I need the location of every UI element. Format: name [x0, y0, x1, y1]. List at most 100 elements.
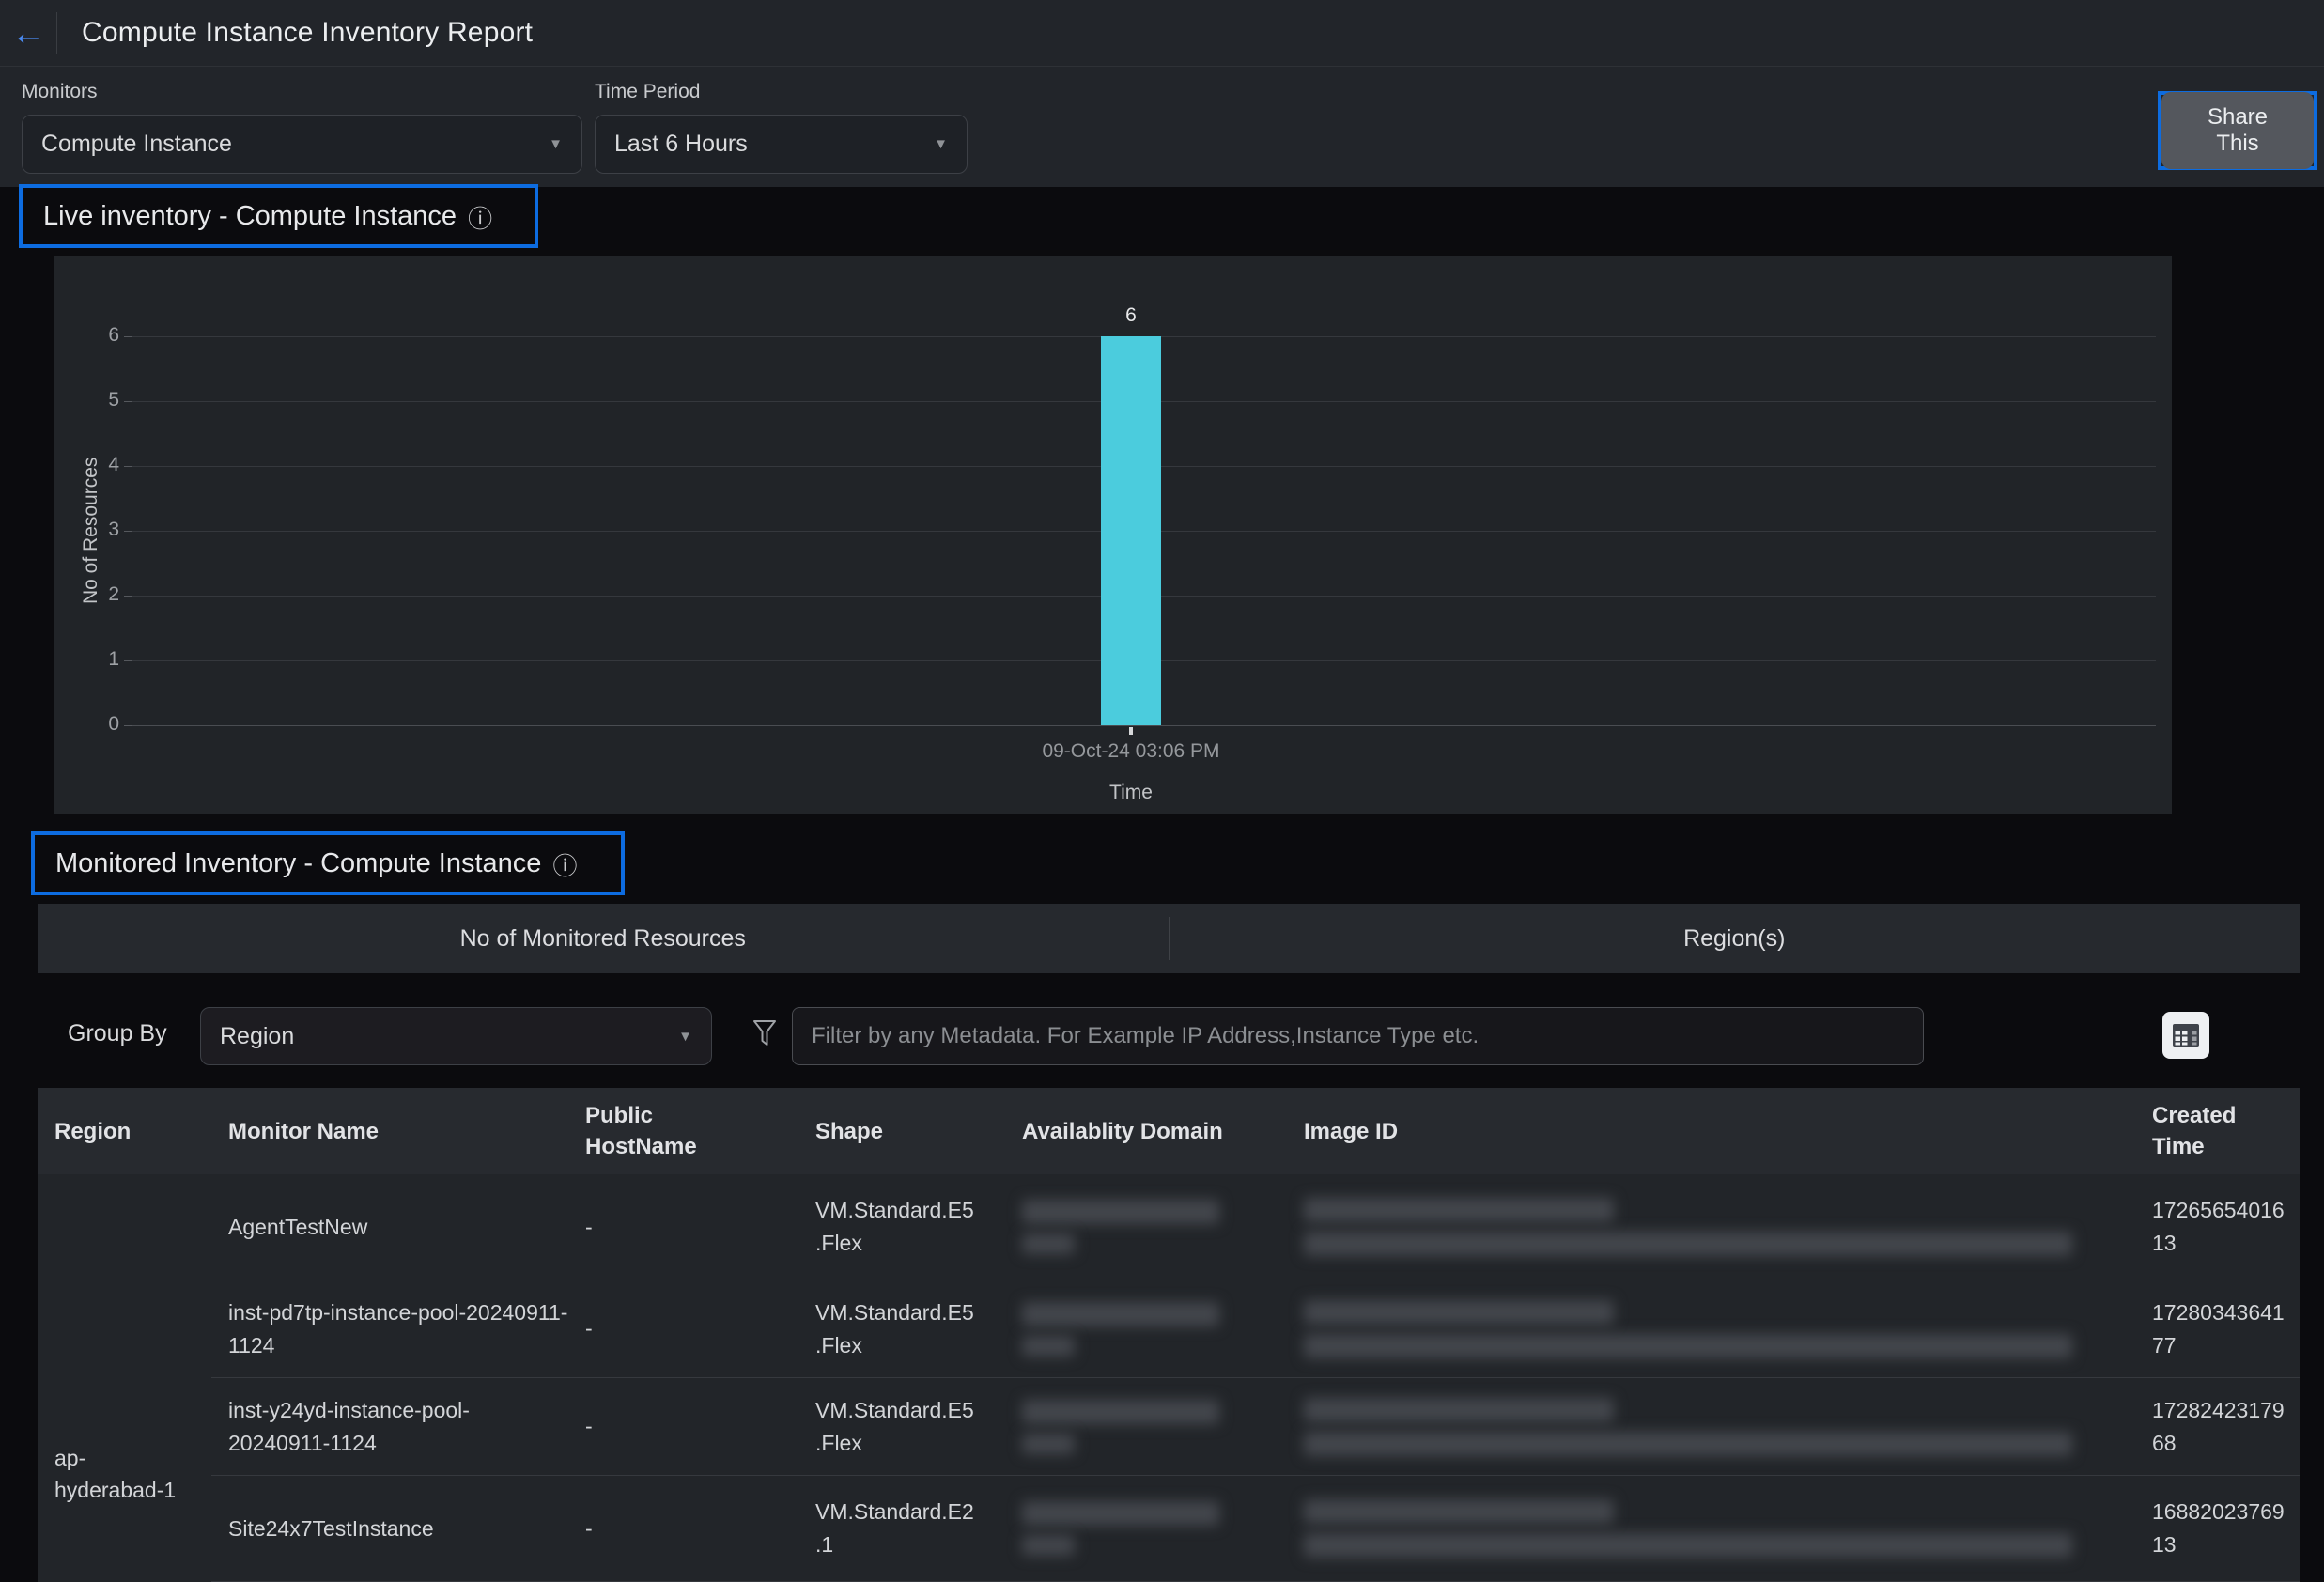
y-tick-mark	[124, 336, 132, 337]
y-tick-mark	[124, 531, 132, 532]
column-header-shape: Shape	[815, 1118, 884, 1144]
filter-funnel-icon	[751, 1019, 778, 1054]
y-tick-label: 6	[108, 324, 119, 346]
redacted-blur	[1022, 1200, 1219, 1224]
availability-domain-cell	[1005, 1174, 1287, 1280]
y-tick-mark	[124, 725, 132, 726]
chart-bar	[1101, 336, 1161, 725]
monitored-inventory-annotation-outline: Monitored Inventory - Compute Instance ⓘ	[31, 831, 625, 895]
monitor-name-cell: AgentTestNew	[228, 1214, 368, 1239]
public-hostname-cell: -	[585, 1414, 593, 1438]
redacted-blur	[1304, 1333, 2072, 1358]
info-icon[interactable]: ⓘ	[552, 847, 577, 882]
column-header-availablity-domain: Availablity Domain	[1022, 1118, 1223, 1144]
y-tick-mark	[124, 596, 132, 597]
y-tick-mark	[124, 466, 132, 467]
redacted-blur	[1022, 1535, 1075, 1556]
group-by-label: Group By	[68, 1020, 167, 1047]
image-id-cell	[1287, 1378, 2135, 1475]
shape-cell: VM.Standard.E5 .Flex	[815, 1299, 974, 1357]
bar-value-label: 6	[1125, 304, 1137, 326]
share-this-button[interactable]: Share This	[2161, 92, 2314, 169]
inventory-table-header: Region Monitor Name Public HostName Shape Av…	[38, 1088, 2300, 1174]
page-title: Compute Instance Inventory Report	[82, 17, 534, 48]
availability-domain-cell	[1005, 1280, 1287, 1377]
availability-domain-cell	[1005, 1378, 1287, 1475]
created-time-cell: 1688202376913	[2152, 1499, 2285, 1557]
back-button[interactable]: ←	[0, 0, 56, 66]
redacted-blur	[1304, 1431, 2072, 1456]
redacted-blur	[1304, 1499, 1614, 1524]
group-by-select-value: Region	[220, 1022, 295, 1049]
shape-cell: VM.Standard.E5 .Flex	[815, 1397, 974, 1455]
y-tick-label: 0	[108, 713, 119, 735]
time-period-label: Time Period	[595, 81, 701, 102]
created-time-cell: 1728242317968	[2152, 1397, 2285, 1455]
image-id-cell	[1287, 1174, 2135, 1280]
column-header-region: Region	[54, 1118, 132, 1144]
title-row: ← Compute Instance Inventory Report	[0, 0, 2324, 67]
live-inventory-title: Live inventory - Compute Instance	[43, 200, 457, 231]
y-tick-mark	[124, 660, 132, 661]
table-row: AgentTestNew - VM.Standard.E5 .Flex 17265654…	[211, 1174, 2300, 1280]
x-tick-mark	[1129, 727, 1133, 735]
region-group-value: ap-hyderabad-1	[54, 1446, 177, 1502]
summary-table-header: No of Monitored Resources Region(s)	[38, 904, 2300, 973]
summary-col-regions: Region(s)	[1683, 924, 1786, 952]
group-by-select[interactable]: Region ▼	[200, 1007, 712, 1065]
live-inventory-annotation-outline: Live inventory - Compute Instance ⓘ	[19, 184, 538, 248]
monitors-label: Monitors	[22, 81, 98, 102]
chevron-down-icon: ▼	[549, 136, 563, 152]
table-row: inst-pd7tp-instance-pool-20240911-1124- V…	[211, 1280, 2300, 1377]
monitor-name-cell: inst-y24yd-instance-pool-20240911-1124	[228, 1397, 470, 1455]
title-divider	[56, 12, 57, 54]
monitored-inventory-title: Monitored Inventory - Compute Instance	[55, 847, 542, 878]
table-row: inst-y24yd-instance-pool-20240911-1124 - V…	[211, 1377, 2300, 1475]
time-period-select-value: Last 6 Hours	[614, 131, 748, 157]
redacted-blur	[1022, 1233, 1075, 1254]
y-tick-label: 5	[108, 389, 119, 411]
x-axis-title: Time	[1109, 782, 1153, 803]
share-annotation-outline: Share This	[2158, 91, 2317, 170]
monitor-name-cell: inst-pd7tp-instance-pool-20240911-1124	[228, 1299, 568, 1357]
inventory-table-body: ap-hyderabad-1 AgentTestNew - VM.Standard.…	[38, 1174, 2300, 1582]
monitor-name-cell: Site24x7TestInstance	[228, 1515, 434, 1541]
column-header-image-id: Image ID	[1304, 1118, 1399, 1144]
metadata-filter-input[interactable]	[792, 1007, 1924, 1065]
redacted-blur	[1304, 1533, 2072, 1558]
monitors-select-value: Compute Instance	[41, 131, 232, 157]
summary-col-monitored-resources: No of Monitored Resources	[459, 924, 746, 952]
redacted-blur	[1304, 1397, 1614, 1422]
table-row: Site24x7TestInstance - VM.Standard.E2.1 168…	[211, 1475, 2300, 1582]
time-period-select[interactable]: Last 6 Hours ▼	[595, 115, 968, 174]
redacted-blur	[1304, 1232, 2072, 1256]
top-bar: ← Compute Instance Inventory Report Moni…	[0, 0, 2324, 187]
y-tick-label: 1	[108, 648, 119, 670]
shape-cell: VM.Standard.E5 .Flex	[815, 1198, 974, 1255]
public-hostname-cell: -	[585, 1316, 593, 1341]
info-icon[interactable]: ⓘ	[468, 200, 492, 235]
y-axis-title: No of Resources	[80, 457, 101, 605]
image-id-cell	[1287, 1476, 2135, 1581]
column-header-created-time: Created Time	[2152, 1103, 2237, 1159]
monitors-select[interactable]: Compute Instance ▼	[22, 115, 582, 174]
column-header-public-hostname: Public HostName	[585, 1103, 697, 1159]
redacted-blur	[1304, 1198, 1614, 1222]
table-icon	[2173, 1024, 2199, 1047]
column-header-monitor-name: Monitor Name	[228, 1118, 380, 1144]
redacted-blur	[1022, 1399, 1219, 1424]
public-hostname-cell: -	[585, 1515, 593, 1541]
chevron-down-icon: ▼	[934, 136, 948, 152]
table-rows: AgentTestNew - VM.Standard.E5 .Flex 17265654…	[211, 1174, 2300, 1582]
redacted-blur	[1022, 1335, 1075, 1357]
public-hostname-cell: -	[585, 1214, 593, 1239]
chevron-down-icon: ▼	[678, 1028, 692, 1045]
created-time-cell: 1726565401613	[2152, 1198, 2285, 1255]
availability-domain-cell	[1005, 1476, 1287, 1581]
chart-panel: 0 1 2 3 4 5 6 No of Resources 6 09-Oct-24 03:06 P…	[54, 256, 2172, 814]
y-tick-mark	[124, 401, 132, 402]
inventory-table: Region Monitor Name Public HostName Shape Av…	[38, 1088, 2300, 1582]
region-group-cell: ap-hyderabad-1	[38, 1174, 211, 1582]
table-view-button[interactable]	[2162, 1012, 2209, 1059]
redacted-blur	[1022, 1301, 1219, 1326]
